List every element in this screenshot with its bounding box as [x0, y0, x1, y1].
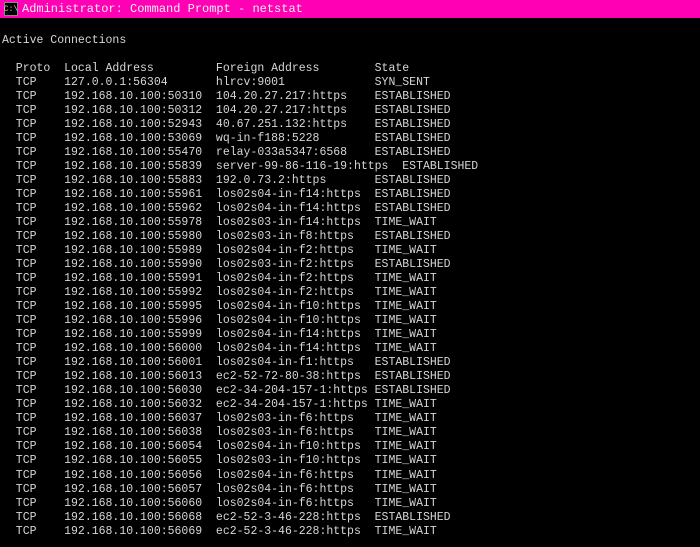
active-connections-header: Active Connections [2, 34, 126, 47]
connection-rows: TCP 127.0.0.1:56304 hlrcv:9001 SYN_SENT … [2, 76, 478, 538]
cmd-icon: C:\ [4, 2, 18, 16]
title-bar[interactable]: C:\ Administrator: Command Prompt - nets… [0, 0, 700, 18]
window-title: Administrator: Command Prompt - netstat [22, 2, 303, 16]
terminal-body[interactable]: Active Connections Proto Local Address F… [0, 18, 700, 547]
column-headers: Proto Local Address Foreign Address Stat… [2, 62, 409, 75]
